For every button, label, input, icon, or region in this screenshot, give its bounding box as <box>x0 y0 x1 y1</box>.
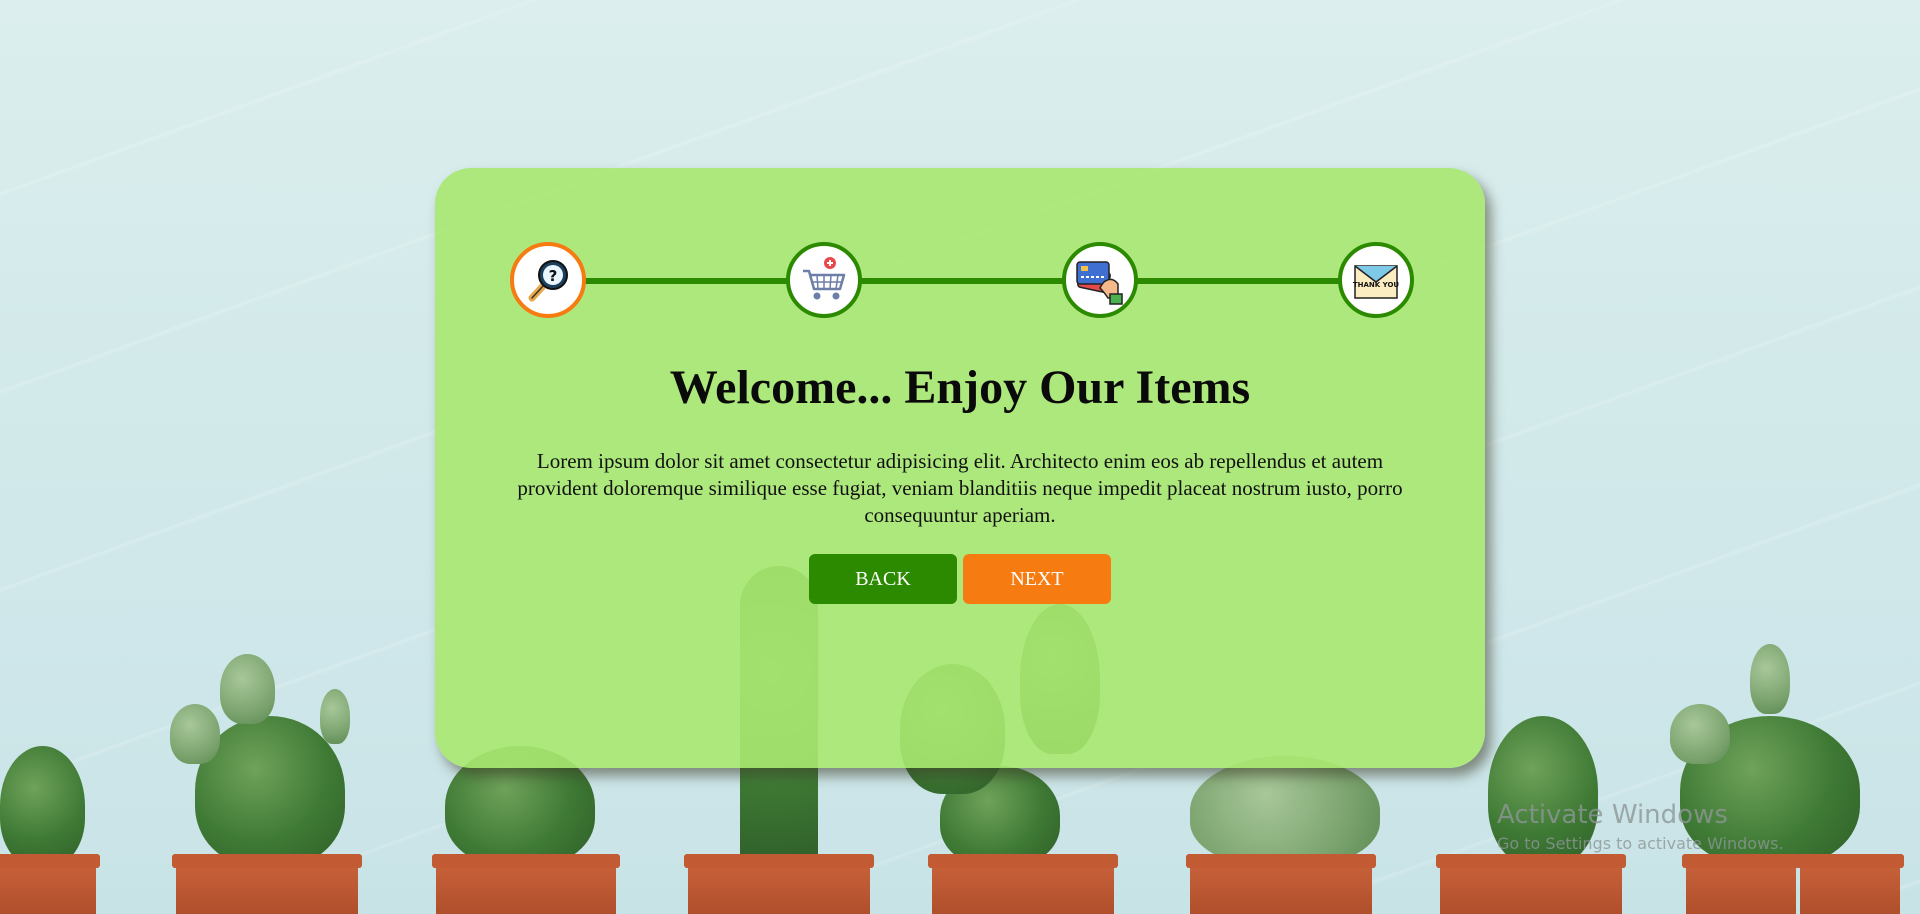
description-text: Lorem ipsum dolor sit amet consectetur a… <box>517 449 1403 527</box>
credit-card-hand-icon <box>1076 261 1123 305</box>
shopping-cart-icon <box>803 257 846 300</box>
thank-you-envelope-icon: THANK YOU <box>1353 265 1400 299</box>
progress-line <box>548 278 1372 284</box>
svg-text:THANK YOU: THANK YOU <box>1353 281 1400 289</box>
checkout-card: ? THANK YOU Welcome... Enjoy Our Items L… <box>435 168 1485 768</box>
magnifier-question-icon: ? <box>528 260 568 302</box>
activate-windows-subtitle: Go to Settings to activate Windows. <box>1497 834 1784 853</box>
navigation-buttons: BACK NEXT <box>435 554 1485 604</box>
svg-text:?: ? <box>549 267 558 285</box>
back-button[interactable]: BACK <box>809 554 957 604</box>
next-button[interactable]: NEXT <box>963 554 1111 604</box>
progress-steps: ? THANK YOU <box>510 242 1414 318</box>
step-payment[interactable] <box>1062 242 1138 318</box>
step-thank-you[interactable]: THANK YOU <box>1338 242 1414 318</box>
activate-windows-title: Activate Windows <box>1497 800 1728 830</box>
page-title: Welcome... Enjoy Our Items <box>669 361 1251 414</box>
activate-windows-watermark: Activate Windows Go to Settings to activ… <box>1497 800 1784 853</box>
step-search[interactable]: ? <box>510 242 586 318</box>
step-cart[interactable] <box>786 242 862 318</box>
